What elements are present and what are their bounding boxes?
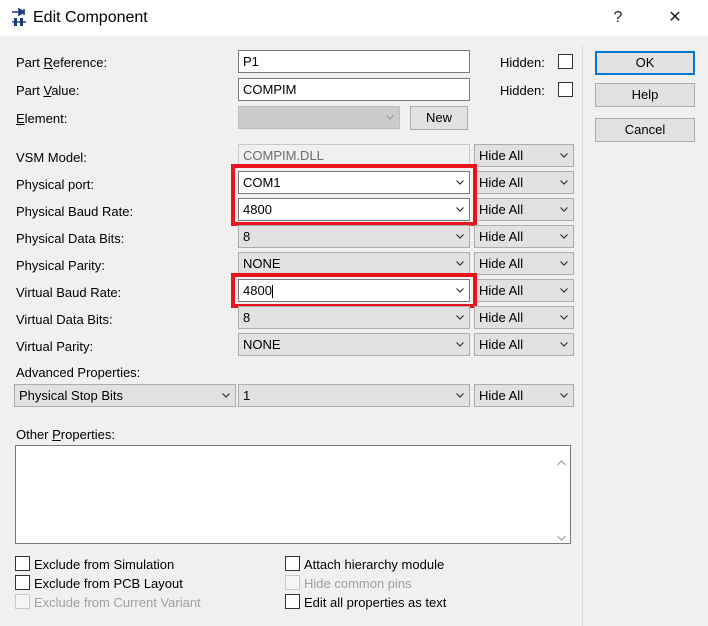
other-properties-label: Other Properties: — [16, 427, 115, 442]
physical-parity-hide-select[interactable]: Hide All — [474, 252, 574, 275]
physical-baud-rate-label: Physical Baud Rate: — [16, 204, 134, 219]
element-select[interactable] — [238, 106, 400, 129]
vsm-model-hide-select[interactable]: Hide All — [474, 144, 574, 167]
highlight-box — [231, 164, 477, 226]
dialog-body: Part Reference: P1 Hidden: Part Value: C… — [4, 36, 708, 626]
edit-all-text-checkbox[interactable] — [285, 594, 300, 609]
scroll-up-icon[interactable] — [557, 454, 566, 466]
vertical-divider — [582, 46, 583, 626]
part-reference-input[interactable]: P1 — [238, 50, 470, 73]
hide-common-pins-checkbox[interactable] — [285, 575, 300, 590]
exclude-pcb-label: Exclude from PCB Layout — [34, 576, 183, 591]
chevron-down-icon — [560, 288, 568, 293]
title-bar: Edit Component ? ✕ — [0, 0, 708, 36]
chevron-down-icon — [456, 234, 464, 239]
hide-common-pins-label: Hide common pins — [304, 576, 412, 591]
help-button[interactable]: Help — [595, 83, 695, 107]
hidden-label: Hidden: — [500, 55, 545, 70]
highlight-box — [231, 273, 477, 308]
chevron-down-icon — [560, 261, 568, 266]
physical-parity-select[interactable]: NONE — [238, 252, 470, 275]
virtual-baud-rate-label: Virtual Baud Rate: — [16, 285, 122, 300]
vsm-model-label: VSM Model: — [16, 150, 87, 165]
part-value-hidden-checkbox[interactable] — [558, 82, 573, 97]
edit-all-text-label: Edit all properties as text — [304, 595, 447, 610]
physical-baud-rate-hide-select[interactable]: Hide All — [474, 198, 574, 221]
physical-port-hide-select[interactable]: Hide All — [474, 171, 574, 194]
virtual-baud-rate-hide-select[interactable]: Hide All — [474, 279, 574, 302]
part-value-input[interactable]: COMPIM — [238, 78, 470, 101]
part-reference-label: Part Reference: — [16, 55, 108, 70]
chevron-down-icon — [560, 315, 568, 320]
virtual-data-bits-select[interactable]: 8 — [238, 306, 470, 329]
scroll-down-icon[interactable] — [557, 529, 566, 541]
chevron-down-icon — [222, 393, 230, 398]
physical-data-bits-select[interactable]: 8 — [238, 225, 470, 248]
virtual-parity-label: Virtual Parity: — [16, 339, 94, 354]
advanced-property-select[interactable]: Physical Stop Bits — [14, 384, 236, 407]
component-icon — [10, 7, 28, 28]
cancel-button[interactable]: Cancel — [595, 118, 695, 142]
chevron-down-icon — [456, 261, 464, 266]
ok-button[interactable]: OK — [595, 51, 695, 75]
chevron-down-icon — [456, 342, 464, 347]
advanced-hide-select[interactable]: Hide All — [474, 384, 574, 407]
other-properties-textarea[interactable] — [15, 445, 571, 544]
element-label: Element: — [16, 111, 68, 126]
new-element-button[interactable]: New — [410, 106, 468, 130]
window-title: Edit Component — [33, 9, 148, 26]
physical-port-label: Physical port: — [16, 177, 95, 192]
advanced-properties-label: Advanced Properties: — [16, 365, 141, 380]
virtual-data-bits-hide-select[interactable]: Hide All — [474, 306, 574, 329]
virtual-parity-select[interactable]: NONE — [238, 333, 470, 356]
part-value-label: Part Value: — [16, 83, 80, 98]
exclude-variant-checkbox[interactable] — [15, 594, 30, 609]
exclude-simulation-label: Exclude from Simulation — [34, 557, 175, 572]
virtual-parity-hide-select[interactable]: Hide All — [474, 333, 574, 356]
chevron-down-icon — [386, 115, 394, 120]
chevron-down-icon — [456, 315, 464, 320]
help-question-button[interactable]: ? — [598, 6, 638, 30]
attach-hierarchy-checkbox[interactable] — [285, 556, 300, 571]
attach-hierarchy-label: Attach hierarchy module — [304, 557, 445, 572]
exclude-pcb-checkbox[interactable] — [15, 575, 30, 590]
chevron-down-icon — [456, 393, 464, 398]
chevron-down-icon — [560, 207, 568, 212]
chevron-down-icon — [560, 153, 568, 158]
part-reference-hidden-checkbox[interactable] — [558, 54, 573, 69]
virtual-data-bits-label: Virtual Data Bits: — [16, 312, 113, 327]
chevron-down-icon — [560, 180, 568, 185]
chevron-down-icon — [560, 393, 568, 398]
hidden-label: Hidden: — [500, 83, 545, 98]
exclude-variant-label: Exclude from Current Variant — [34, 595, 201, 610]
chevron-down-icon — [560, 342, 568, 347]
close-button[interactable]: ✕ — [655, 6, 695, 30]
physical-data-bits-hide-select[interactable]: Hide All — [474, 225, 574, 248]
exclude-simulation-checkbox[interactable] — [15, 556, 30, 571]
physical-data-bits-label: Physical Data Bits: — [16, 231, 125, 246]
advanced-value-select[interactable]: 1 — [238, 384, 470, 407]
chevron-down-icon — [560, 234, 568, 239]
physical-parity-label: Physical Parity: — [16, 258, 105, 273]
